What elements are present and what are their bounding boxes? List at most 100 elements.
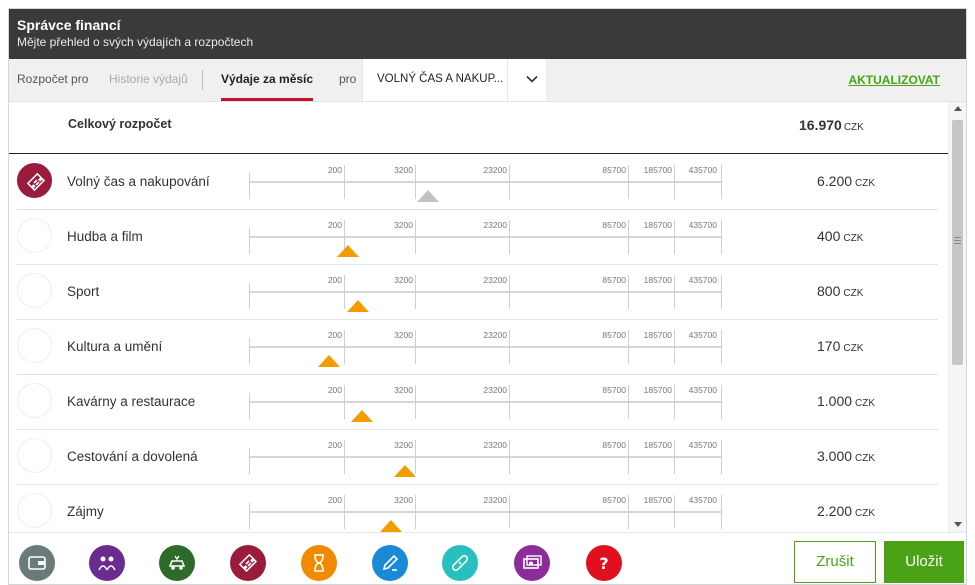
scale-tick	[344, 275, 345, 309]
scale-tick-label: 23200	[483, 165, 507, 175]
budget-scale[interactable]: 200 3200 23200 85700 185700 435700	[249, 493, 722, 532]
category-icon[interactable]	[17, 163, 52, 198]
category-row[interactable]: Volný čas a nakupování 200 3200 23200 85700 1…	[17, 155, 938, 210]
category-select[interactable]: VOLNÝ ČAS A NAKUP...	[362, 59, 546, 101]
tab-budget[interactable]: Rozpočet pro	[17, 59, 88, 101]
question-category-button[interactable]: ?	[586, 545, 622, 581]
budget-scale[interactable]: 200 3200 23200 85700 185700 435700	[249, 273, 722, 313]
save-button[interactable]: Uložit	[884, 541, 964, 583]
app-subtitle: Mějte přehled o svých výdajích a rozpočt…	[17, 35, 254, 49]
scale-tick	[628, 165, 629, 199]
budget-slider-handle[interactable]	[346, 300, 369, 312]
scale-tick	[415, 385, 416, 419]
scale-tick	[415, 275, 416, 309]
pen-category-button[interactable]	[372, 545, 408, 581]
scale-tick	[721, 165, 722, 199]
scale-tick-label: 23200	[483, 440, 507, 450]
scale-tick-label: 3200	[394, 165, 413, 175]
category-row[interactable]: Sport 200 3200 23200 85700 185700 435700 800 CZK	[17, 265, 938, 320]
scale-tick-label: 435700	[688, 495, 717, 505]
category-currency: CZK	[855, 178, 876, 189]
bandage-category-button[interactable]	[442, 545, 478, 581]
car-category-button[interactable]	[159, 545, 195, 581]
budget-slider-handle[interactable]	[379, 520, 402, 532]
scroll-grip-line	[954, 243, 961, 244]
scale-tick	[628, 495, 629, 529]
category-icon-placeholder[interactable]	[17, 218, 52, 253]
budget-slider-handle[interactable]	[318, 355, 341, 367]
ticket-category-button[interactable]	[230, 545, 266, 581]
category-name: Zájmy	[67, 504, 104, 519]
scale-tick	[674, 440, 675, 474]
vertical-scrollbar[interactable]	[948, 102, 966, 532]
category-row[interactable]: Kultura a umění 200 3200 23200 85700 185700 43…	[17, 320, 938, 375]
category-name: Sport	[67, 284, 100, 299]
budget-slider-handle[interactable]	[393, 465, 416, 477]
scroll-grip-line	[954, 237, 961, 238]
scale-tick-label: 23200	[483, 330, 507, 340]
scale-tick	[628, 275, 629, 309]
budget-scale[interactable]: 200 3200 23200 85700 185700 435700	[249, 438, 722, 478]
category-row[interactable]: Cestování a dovolená 200 3200 23200 85700 185…	[17, 430, 938, 485]
scale-tick-label: 185700	[643, 495, 672, 505]
bandage-icon	[451, 554, 469, 572]
tab-monthly-expenses[interactable]: Výdaje za měsíc	[221, 59, 314, 101]
scale-tick-label: 435700	[688, 330, 717, 340]
scale-tick	[628, 220, 629, 254]
category-icon-placeholder[interactable]	[17, 438, 52, 473]
tab-history[interactable]: Historie výdajů	[109, 59, 188, 101]
category-amount: 3.000 CZK	[817, 448, 875, 464]
budget-scale[interactable]: 200 3200 23200 85700 185700 435700	[249, 218, 722, 258]
money-category-button[interactable]	[514, 545, 550, 581]
category-amount: 2.200 CZK	[817, 503, 875, 519]
scale-tick	[674, 275, 675, 309]
scale-tick	[721, 330, 722, 364]
scale-start-tick	[249, 338, 250, 364]
cancel-button[interactable]: Zrušit	[794, 541, 876, 583]
scale-track	[249, 401, 721, 403]
scale-tick	[628, 440, 629, 474]
scale-tick	[509, 330, 510, 364]
scroll-up-arrow-icon[interactable]	[954, 106, 962, 111]
scale-tick	[721, 220, 722, 254]
car-icon	[168, 555, 186, 570]
budget-scale[interactable]: 200 3200 23200 85700 185700 435700	[249, 383, 722, 423]
scale-tick-label: 200	[327, 275, 342, 285]
wallet-category-button[interactable]	[19, 545, 55, 581]
category-currency: CZK	[855, 398, 876, 409]
category-icon-placeholder[interactable]	[17, 383, 52, 418]
scale-track	[249, 236, 721, 238]
category-amount-value: 1.000	[817, 393, 853, 409]
scale-tick	[674, 165, 675, 199]
budget-slider-handle[interactable]	[351, 410, 374, 422]
scale-tick	[674, 330, 675, 364]
scale-track	[249, 511, 721, 513]
scale-tick-label: 3200	[394, 220, 413, 230]
category-icon-placeholder[interactable]	[17, 328, 52, 363]
category-icon-placeholder[interactable]	[17, 273, 52, 308]
family-category-button[interactable]	[89, 545, 125, 581]
category-icon-placeholder[interactable]	[17, 493, 52, 528]
chevron-down-icon[interactable]	[525, 72, 539, 86]
scale-track	[249, 456, 721, 458]
budget-scale[interactable]: 200 3200 23200 85700 185700 435700	[249, 328, 722, 368]
category-row[interactable]: Kavárny a restaurace 200 3200 23200 85700 185…	[17, 375, 938, 430]
budget-slider-handle[interactable]	[417, 190, 440, 202]
category-row[interactable]: Hudba a film 200 3200 23200 85700 185700 43570…	[17, 210, 938, 265]
scroll-down-arrow-icon[interactable]	[954, 522, 962, 527]
scale-tick-label: 435700	[688, 220, 717, 230]
scale-tick	[509, 440, 510, 474]
scale-tick-label: 200	[327, 330, 342, 340]
scale-tick-label: 85700	[602, 275, 626, 285]
budget-scale[interactable]: 200 3200 23200 85700 185700 435700	[249, 163, 722, 203]
category-currency: CZK	[843, 343, 864, 354]
category-name: Kultura a umění	[67, 339, 163, 354]
hourglass-category-button[interactable]	[301, 545, 337, 581]
category-currency: CZK	[855, 508, 876, 519]
refresh-link[interactable]: AKTUALIZOVAT	[848, 59, 940, 101]
category-row[interactable]: Zájmy 200 3200 23200 85700 185700 435700 2.200 C…	[17, 485, 938, 532]
toolbar: Rozpočet pro Historie výdajů Výdaje za m…	[9, 59, 966, 102]
scrollbar-thumb[interactable]	[952, 120, 963, 365]
budget-slider-handle[interactable]	[337, 245, 360, 257]
question-icon: ?	[599, 554, 608, 573]
